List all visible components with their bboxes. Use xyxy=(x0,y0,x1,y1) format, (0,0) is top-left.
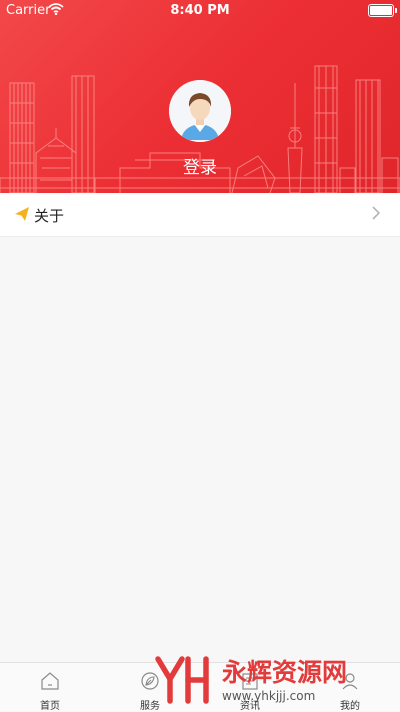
watermark-url: www.yhkjjj.com xyxy=(222,689,315,703)
user-avatar[interactable] xyxy=(169,80,231,142)
watermark-logo: 永辉资源网 www.yhkjjj.com xyxy=(155,656,347,704)
chevron-right-icon xyxy=(372,206,380,220)
status-bar: Carrier 8:40 PM xyxy=(0,0,400,20)
clock-time: 8:40 PM xyxy=(170,3,230,18)
watermark-title: 永辉资源网 xyxy=(222,658,347,687)
paper-plane-icon xyxy=(15,207,29,221)
home-icon xyxy=(41,672,59,690)
tab-home[interactable]: 首页 xyxy=(0,663,100,712)
profile-header: Carrier 8:40 PM 登录 xyxy=(0,0,400,193)
menu-item-about[interactable]: 关于 xyxy=(0,193,400,237)
avatar-person-icon xyxy=(169,80,231,142)
battery-icon xyxy=(368,4,397,17)
menu-item-label: 关于 xyxy=(34,207,65,225)
login-link[interactable]: 登录 xyxy=(0,153,400,178)
